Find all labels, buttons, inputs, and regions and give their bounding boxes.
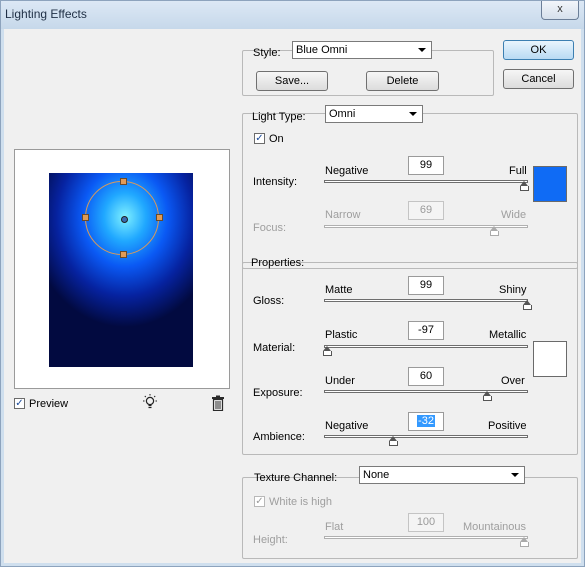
light-handle-right[interactable] [156,214,163,221]
exposure-field[interactable]: 60 [408,367,444,386]
ambience-min-label: Negative [325,420,369,432]
exposure-min-label: Under [325,375,355,387]
gloss-slider[interactable] [324,299,528,302]
focus-min-label: Narrow [325,209,361,221]
texture-channel-label: Texture Channel: [254,472,338,484]
style-select[interactable]: Blue Omni [292,41,432,59]
dialog-body: ✓ Preview Style: Blue Omni Save... Delet… [4,29,581,563]
gloss-label: Gloss: [253,295,285,307]
material-color-swatch[interactable] [533,341,567,377]
height-slider [324,536,528,539]
ambience-slider[interactable] [324,435,528,438]
preview-image[interactable] [49,173,193,367]
save-button[interactable]: Save... [256,71,328,91]
texture-channel-select-value: None [363,469,390,481]
white-is-high-checkbox: ✓ [254,496,265,507]
gloss-field[interactable]: 99 [408,276,444,295]
light-type-label: Light Type: [252,111,306,123]
chevron-down-icon [418,48,426,52]
material-min-label: Plastic [325,329,358,341]
delete-button[interactable]: Delete [366,71,439,91]
trash-icon[interactable] [211,395,225,411]
material-slider[interactable] [324,345,528,348]
ok-button[interactable]: OK [503,40,574,60]
cancel-button[interactable]: Cancel [503,69,574,89]
intensity-slider[interactable] [324,180,528,183]
height-label: Height: [253,534,288,546]
material-label: Material: [253,342,296,354]
light-on-label: On [269,133,284,145]
title-bar[interactable]: Lighting Effects x [1,1,584,29]
material-field[interactable]: -97 [408,321,444,340]
light-on-checkbox[interactable]: ✓ [254,133,265,144]
dialog-title: Lighting Effects [5,7,87,21]
intensity-min-label: Negative [325,165,369,177]
exposure-label: Exposure: [253,387,303,399]
properties-label: Properties: [251,257,305,269]
intensity-max-label: Full [509,165,527,177]
light-handle-left[interactable] [82,214,89,221]
preview-checkbox[interactable]: ✓ [14,398,25,409]
light-center-handle[interactable] [121,216,128,223]
focus-label: Focus: [253,222,287,234]
style-label: Style: [253,47,281,59]
texture-channel-select[interactable]: None [359,466,525,484]
preview-label: Preview [29,398,69,410]
lightbulb-icon[interactable] [141,393,159,411]
height-field: 100 [408,513,444,532]
chevron-down-icon [511,473,519,477]
light-type-select-value: Omni [329,108,356,120]
ambience-label: Ambience: [253,431,305,443]
intensity-label: Intensity: [253,176,298,188]
chevron-down-icon [409,112,417,116]
ambience-max-label: Positive [488,420,527,432]
light-handle-bottom[interactable] [120,251,127,258]
gloss-min-label: Matte [325,284,353,296]
focus-max-label: Wide [501,209,527,221]
exposure-max-label: Over [501,375,525,387]
height-max-label: Mountainous [463,521,526,533]
light-color-swatch[interactable] [533,166,567,202]
exposure-slider[interactable] [324,390,528,393]
gloss-max-label: Shiny [499,284,527,296]
close-button[interactable]: x [541,1,579,20]
preview-panel [14,149,230,389]
light-handle-top[interactable] [120,178,127,185]
light-type-select[interactable]: Omni [325,105,423,123]
lighting-effects-dialog: Lighting Effects x ✓ Preview Style: Blue… [0,0,585,567]
close-icon: x [557,3,563,15]
material-max-label: Metallic [489,329,527,341]
ambience-value-selected: -32 [417,415,435,427]
height-min-label: Flat [325,521,344,533]
white-is-high-label: White is high [269,496,332,508]
style-select-value: Blue Omni [296,44,348,56]
ambience-field[interactable]: -32 [408,412,444,431]
light-type-group [242,113,578,269]
intensity-field[interactable]: 99 [408,156,444,175]
focus-field: 69 [408,201,444,220]
